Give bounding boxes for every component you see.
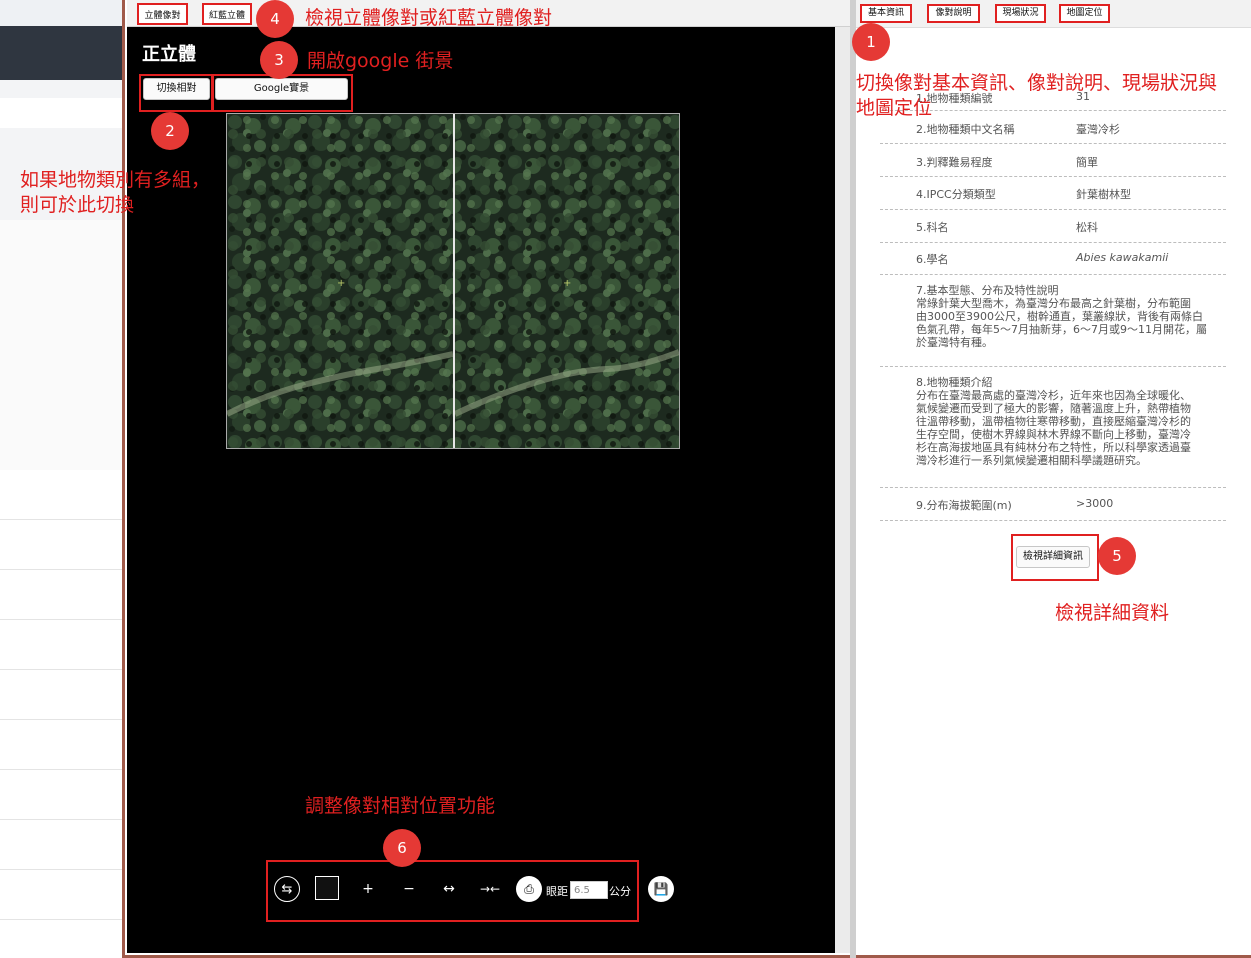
info-value: 簡單 xyxy=(1076,156,1098,169)
tab-pair-description[interactable]: 像對說明 xyxy=(927,4,980,23)
svg-text:+: + xyxy=(337,278,345,289)
annotation-text-2b: 則可於此切換 xyxy=(20,194,135,216)
introduction-line: 往溫帶移動，溫帶植物往寒帶移動，直接壓縮臺灣冷杉的 xyxy=(916,415,1191,428)
switch-pair-button[interactable]: 切換相對 xyxy=(143,78,210,100)
info-label: 5.科名 xyxy=(916,221,949,234)
image-placeholder-icon[interactable] xyxy=(315,876,339,900)
info-value: 松科 xyxy=(1076,221,1098,234)
introduction-line: 灣冷杉進行一系列氣候變遷相關科學議題研究。 xyxy=(916,454,1147,467)
eye-distance-input[interactable] xyxy=(570,881,608,899)
annotation-text-4: 檢視立體像對或紅藍立體像對 xyxy=(305,7,553,29)
callout-1: 1 xyxy=(852,23,890,61)
annotation-text-1a: 切換像對基本資訊、像對說明、現場狀況與 xyxy=(856,72,1218,94)
info-row: 3.判釋難易程度 簡單 xyxy=(880,144,1226,177)
background-row xyxy=(0,720,125,770)
distance-label: 眼距 xyxy=(546,885,568,898)
callout-5: 5 xyxy=(1098,537,1136,575)
background-row xyxy=(0,870,125,920)
background-row xyxy=(0,570,125,620)
introduction-block: 8.地物種類介紹 分布在臺灣最高處的臺灣冷杉，近年來也因為全球暖化、 氣候變遷而… xyxy=(916,376,1228,467)
tab-anaglyph[interactable]: 紅藍立體 xyxy=(202,3,252,25)
annotation-text-2a: 如果地物類別有多組， xyxy=(20,169,211,191)
description-line: 色氣孔帶，每年5～7月抽新芽，6～7月或9～11月開花，屬 xyxy=(916,323,1207,336)
callout-6: 6 xyxy=(383,829,421,867)
background-breadcrumb xyxy=(0,98,125,128)
zoom-in-icon[interactable]: + xyxy=(357,876,379,902)
view-details-button[interactable]: 檢視詳細資訊 xyxy=(1016,546,1090,568)
tab-basic-info[interactable]: 基本資訊 xyxy=(860,4,912,23)
info-row: 9.分布海拔範圍(m) >3000 xyxy=(880,488,1226,521)
introduction-line: 生存空間，使樹木界線與林木界線不斷向上移動，臺灣冷 xyxy=(916,428,1191,441)
tab-map-location[interactable]: 地圖定位 xyxy=(1059,4,1110,23)
background-row xyxy=(0,670,125,720)
background-header xyxy=(0,26,125,80)
background-row xyxy=(0,470,125,520)
tab-stereo-pair[interactable]: 立體像對 xyxy=(137,3,188,25)
description-line: 於臺灣特有種。 xyxy=(916,336,993,349)
annotation-text-1b: 地圖定位 xyxy=(856,97,933,119)
background-row xyxy=(0,520,125,570)
callout-3: 3 xyxy=(260,41,298,79)
viewer-title: 正立體 xyxy=(142,44,196,65)
info-tab-bar xyxy=(856,0,1251,28)
description-line: 常綠針葉大型喬木，為臺灣分布最高之針葉樹，分布範圍 xyxy=(916,297,1191,310)
svg-text:+: + xyxy=(563,278,571,289)
background-filter-panel xyxy=(0,220,125,470)
info-row-description: 7.基本型態、分布及特性說明 常綠針葉大型喬木，為臺灣分布最高之針葉樹，分布範圍… xyxy=(880,275,1226,367)
viewer-scrollbar-track[interactable] xyxy=(835,27,850,953)
panel-divider[interactable] xyxy=(850,0,856,958)
callout-4: 4 xyxy=(256,0,294,38)
info-row-introduction: 8.地物種類介紹 分布在臺灣最高處的臺灣冷杉，近年來也因為全球暖化、 氣候變遷而… xyxy=(880,367,1226,488)
info-label: 2.地物種類中文名稱 xyxy=(916,123,1015,136)
tab-field-status[interactable]: 現場狀況 xyxy=(995,4,1046,23)
info-value: 臺灣冷杉 xyxy=(1076,123,1120,136)
annotation-text-3: 開啟google 街景 xyxy=(307,50,454,72)
print-icon[interactable]: ⎙ xyxy=(516,876,542,902)
description-title: 7.基本型態、分布及特性說明 xyxy=(916,284,1059,297)
info-label: 3.判釋難易程度 xyxy=(916,156,993,169)
introduction-line: 氣候變遷而受到了極大的影響，隨著溫度上升，熱帶植物 xyxy=(916,402,1191,415)
info-label: 9.分布海拔範圍(m) xyxy=(916,499,1012,512)
background-topbar xyxy=(0,0,125,26)
background-row xyxy=(0,820,125,870)
info-row: 6.學名 Abies kawakamii xyxy=(880,243,1226,275)
annotation-text-5: 檢視詳細資料 xyxy=(1055,602,1170,624)
save-icon[interactable]: 💾 xyxy=(648,876,674,902)
annotation-text-6: 調整像對相對位置功能 xyxy=(305,795,496,817)
distance-unit: 公分 xyxy=(609,885,631,898)
background-row xyxy=(0,920,125,958)
callout-2: 2 xyxy=(151,112,189,150)
description-line: 由3000至3900公尺，樹幹通直，葉叢線狀，背後有兩條白 xyxy=(916,310,1203,323)
google-streetview-button[interactable]: Google實景 xyxy=(215,78,348,100)
info-row: 5.科名 松科 xyxy=(880,210,1226,243)
swap-icon[interactable]: ⇆ xyxy=(274,876,300,902)
contract-horizontal-icon[interactable]: →← xyxy=(477,876,503,902)
info-value: 針葉樹林型 xyxy=(1076,188,1131,201)
background-row xyxy=(0,620,125,670)
info-label: 6.學名 xyxy=(916,253,949,266)
introduction-title: 8.地物種類介紹 xyxy=(916,376,993,389)
introduction-line: 杉在高海拔地區具有純林分布之特性，所以科學家透過臺 xyxy=(916,441,1191,454)
info-value: Abies kawakamii xyxy=(1076,251,1169,264)
background-app xyxy=(0,0,125,958)
background-row xyxy=(0,770,125,820)
info-label: 4.IPCC分類類型 xyxy=(916,188,996,201)
zoom-out-icon[interactable]: − xyxy=(398,876,420,902)
info-row: 4.IPCC分類類型 針葉樹林型 xyxy=(880,177,1226,210)
introduction-line: 分布在臺灣最高處的臺灣冷杉，近年來也因為全球暖化、 xyxy=(916,389,1191,402)
expand-horizontal-icon[interactable]: ↔ xyxy=(436,876,462,902)
info-value: >3000 xyxy=(1076,497,1114,510)
stereo-image-frame: + + xyxy=(225,113,681,449)
description-block: 7.基本型態、分布及特性說明 常綠針葉大型喬木，為臺灣分布最高之針葉樹，分布範圍… xyxy=(916,284,1228,349)
stereo-image-pair[interactable]: + + xyxy=(225,114,681,448)
